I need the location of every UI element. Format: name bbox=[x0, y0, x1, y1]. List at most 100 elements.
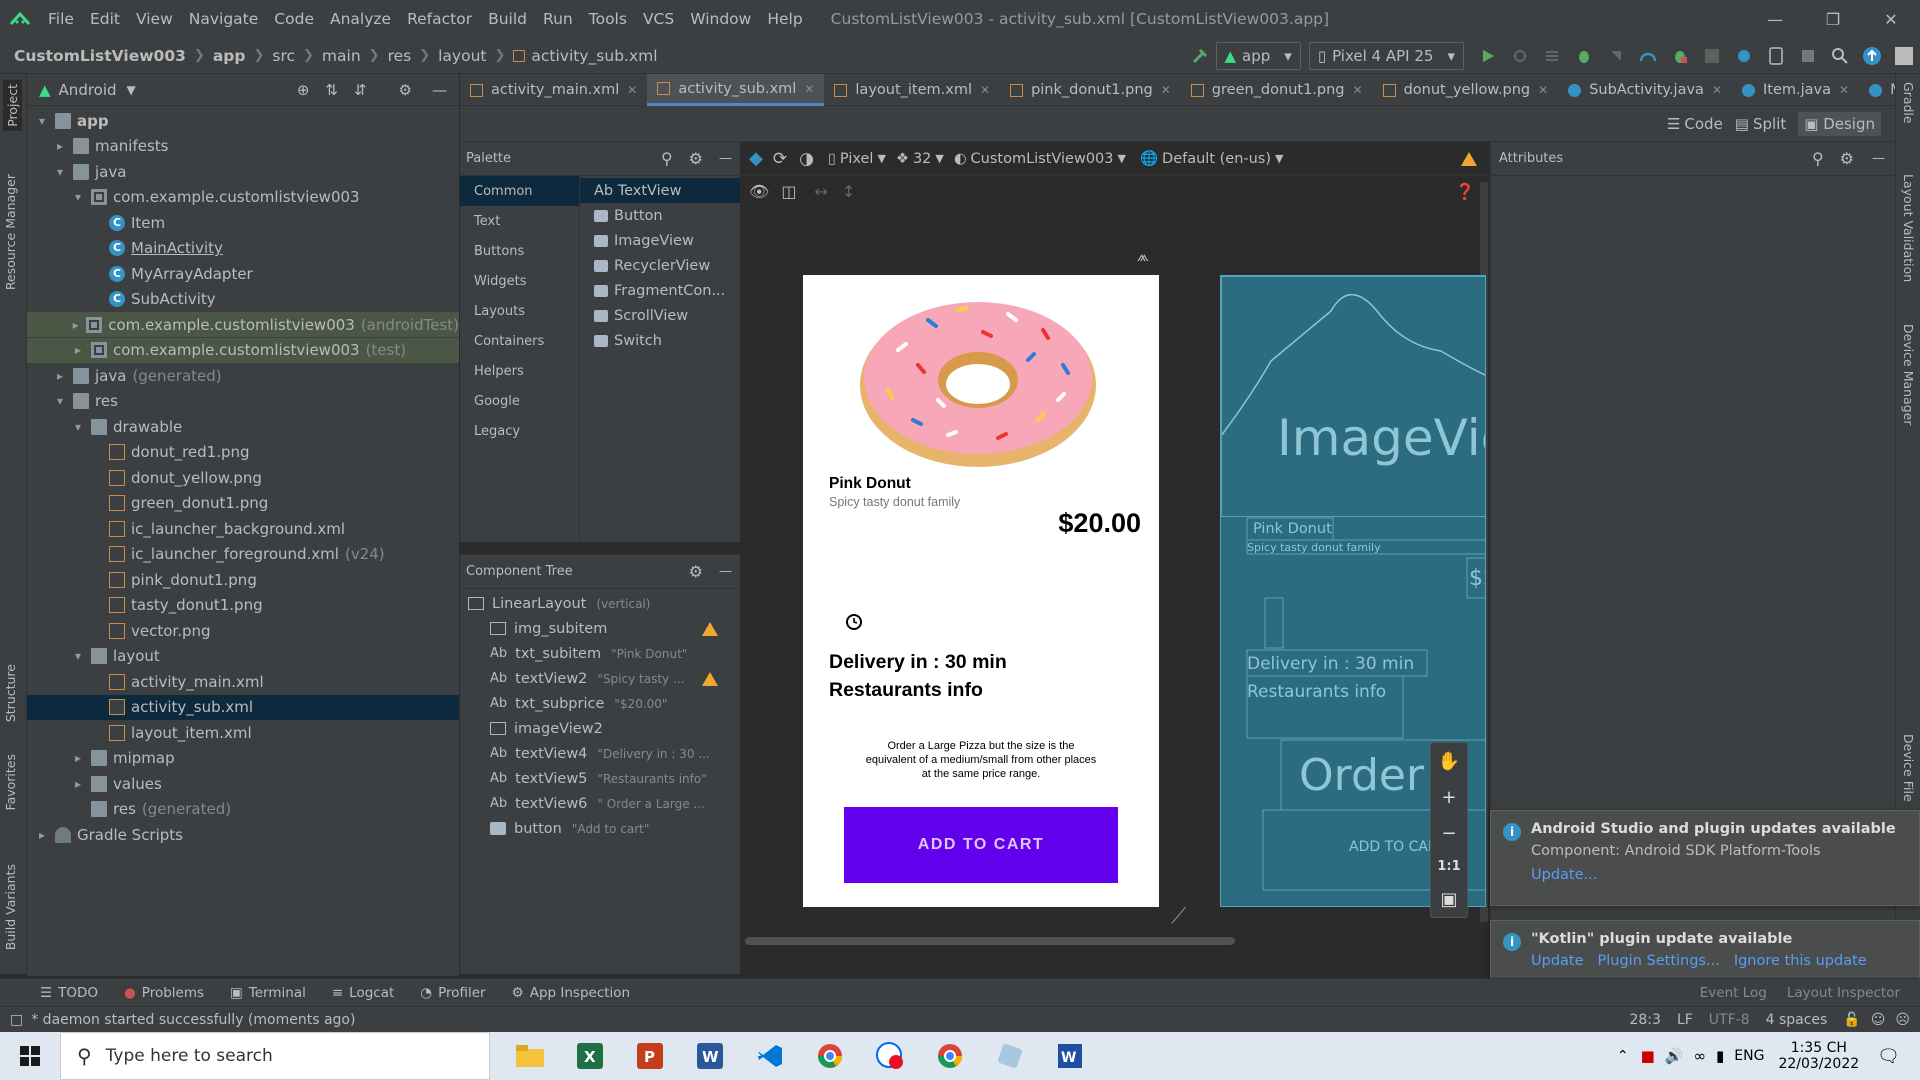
resource-manager-tool-tab[interactable]: Resource Manager bbox=[3, 174, 18, 290]
bottom-tab-terminal[interactable]: ▣ Terminal bbox=[230, 985, 306, 1001]
account-icon[interactable] bbox=[1891, 43, 1917, 69]
tree-item[interactable]: ▾ java bbox=[27, 159, 459, 184]
theme-selector[interactable]: CustomListView003 bbox=[971, 151, 1114, 167]
editor-tab[interactable]: SubActivity.java ✕ bbox=[1558, 74, 1732, 106]
device-dropdown[interactable]: ▯ Pixel 4 API 25 ▾ bbox=[1308, 41, 1464, 70]
breadcrumb-item[interactable]: res bbox=[388, 47, 412, 65]
tree-item[interactable]: donut_red1.png bbox=[27, 440, 459, 465]
palette-category-text[interactable]: Text bbox=[460, 206, 579, 236]
zoom-actual-button[interactable]: 1:1 bbox=[1437, 859, 1460, 874]
chevron-down-icon[interactable]: ▾ bbox=[71, 649, 85, 663]
bottom-tab-app-inspection[interactable]: ⚙ App Inspection bbox=[512, 985, 631, 1001]
volume-icon[interactable]: 🔊 bbox=[1665, 1047, 1684, 1065]
component-tree-row[interactable]: img_subitem bbox=[460, 616, 740, 641]
tree-item[interactable]: ▾ layout bbox=[27, 644, 459, 669]
editor-tab[interactable]: green_donut1.png ✕ bbox=[1181, 74, 1373, 106]
gear-icon[interactable]: ⚙ bbox=[689, 149, 703, 168]
sdk-manager-icon[interactable] bbox=[1795, 43, 1821, 69]
component-tree-row[interactable]: button "Add to cart" bbox=[460, 816, 740, 841]
close-icon[interactable]: ✕ bbox=[1353, 83, 1363, 97]
notification-center-icon[interactable]: 🗨 bbox=[1877, 1046, 1900, 1067]
tree-item[interactable]: activity_sub.xml bbox=[27, 694, 459, 720]
hide-panel-icon[interactable]: — bbox=[432, 81, 447, 99]
bottom-tab-layout-inspector[interactable]: Layout Inspector bbox=[1787, 985, 1900, 1001]
tree-item[interactable]: pink_donut1.png bbox=[27, 567, 459, 592]
update-link[interactable]: Update bbox=[1531, 953, 1584, 969]
palette-category-widgets[interactable]: Widgets bbox=[460, 266, 579, 296]
taskbar-search-box[interactable]: ⚲ Type here to search bbox=[60, 1032, 490, 1080]
plugin-settings-link[interactable]: Plugin Settings... bbox=[1598, 953, 1720, 969]
menu-vcs[interactable]: VCS bbox=[635, 10, 682, 28]
windows-start-icon[interactable] bbox=[0, 1032, 60, 1080]
orientation-icon[interactable]: ⟳ bbox=[773, 149, 787, 169]
help-icon[interactable]: ❓ bbox=[1455, 182, 1475, 201]
chevron-right-icon[interactable]: ▸ bbox=[71, 343, 85, 357]
palette-category-buttons[interactable]: Buttons bbox=[460, 236, 579, 266]
minimize-button[interactable]: — bbox=[1746, 10, 1804, 29]
component-tree-row[interactable]: Ab txt_subprice "$20.00" bbox=[460, 691, 740, 716]
zoom-fit-icon[interactable]: ▣ bbox=[1440, 889, 1457, 910]
chevron-right-icon[interactable]: ▸ bbox=[53, 139, 67, 153]
build-hammer-icon[interactable] bbox=[1187, 43, 1213, 69]
tree-item[interactable]: C SubActivity bbox=[27, 287, 459, 312]
bottom-tab-logcat[interactable]: ≡ Logcat bbox=[332, 985, 394, 1001]
close-icon[interactable]: ✕ bbox=[1538, 83, 1548, 97]
zalo-icon[interactable] bbox=[860, 1032, 920, 1080]
breadcrumb-item[interactable]: main bbox=[322, 47, 361, 65]
chevron-right-icon[interactable]: ▸ bbox=[71, 777, 85, 791]
breadcrumb-item[interactable]: layout bbox=[438, 47, 486, 65]
coverage-icon[interactable] bbox=[1603, 43, 1629, 69]
run-icon[interactable] bbox=[1475, 43, 1501, 69]
profile-icon[interactable] bbox=[1635, 43, 1661, 69]
close-icon[interactable]: ✕ bbox=[1161, 83, 1171, 97]
tree-item[interactable]: ▸ java (generated) bbox=[27, 363, 459, 388]
wifi-icon[interactable]: ∞ bbox=[1694, 1047, 1707, 1065]
bottom-tab-todo[interactable]: ☰ TODO bbox=[40, 985, 98, 1001]
code-mode-button[interactable]: Code bbox=[1684, 115, 1722, 133]
chevron-right-icon[interactable]: ▸ bbox=[71, 318, 80, 332]
gear-icon[interactable]: ⚙ bbox=[1840, 149, 1854, 168]
chevron-down-icon[interactable]: ▾ bbox=[71, 190, 85, 204]
close-icon[interactable]: ✕ bbox=[627, 83, 637, 97]
device-selector[interactable]: Pixel bbox=[840, 151, 874, 167]
palette-category-common[interactable]: Common bbox=[460, 176, 579, 206]
bottom-tab-event-log[interactable]: Event Log bbox=[1700, 985, 1767, 1001]
close-window-button[interactable]: ✕ bbox=[1862, 10, 1920, 29]
locale-selector[interactable]: Default (en-us) bbox=[1162, 151, 1271, 167]
tree-item[interactable]: ▾ res bbox=[27, 389, 459, 414]
device-file-tool-tab[interactable]: Device File bbox=[1901, 734, 1916, 802]
palette-category-google[interactable]: Google bbox=[460, 386, 579, 416]
split-mode-button[interactable]: Split bbox=[1753, 115, 1786, 133]
vscode-icon[interactable] bbox=[740, 1032, 800, 1080]
tree-item[interactable]: ▾ drawable bbox=[27, 414, 459, 439]
gradle-tool-tab[interactable]: Gradle bbox=[1901, 82, 1916, 124]
tree-item[interactable]: ic_launcher_foreground.xml (v24) bbox=[27, 542, 459, 567]
zoom-out-icon[interactable]: − bbox=[1441, 823, 1456, 844]
zoom-in-icon[interactable]: + bbox=[1441, 787, 1456, 808]
night-mode-icon[interactable]: ◑ bbox=[799, 149, 814, 169]
menu-edit[interactable]: Edit bbox=[82, 10, 128, 28]
component-tree-row[interactable]: Ab textView6 " Order a Large ... bbox=[460, 791, 740, 816]
editor-tab[interactable]: layout_item.xml ✕ bbox=[824, 74, 1000, 106]
locate-icon[interactable]: ⊕ bbox=[297, 81, 310, 99]
api-selector[interactable]: 32 bbox=[913, 151, 931, 167]
menu-build[interactable]: Build bbox=[480, 10, 535, 28]
apply-changes-icon[interactable] bbox=[1539, 43, 1565, 69]
menu-code[interactable]: Code bbox=[266, 10, 322, 28]
menu-view[interactable]: View bbox=[128, 10, 181, 28]
favorites-tool-tab[interactable]: Favorites bbox=[3, 754, 18, 810]
breadcrumb-item[interactable]: CustomListView003 bbox=[14, 47, 186, 65]
palette-item[interactable]: FragmentCon... bbox=[580, 278, 740, 303]
update-icon[interactable] bbox=[1859, 43, 1885, 69]
collapse-all-icon[interactable]: ⇵ bbox=[354, 81, 367, 99]
palette-item[interactable]: Ab TextView bbox=[580, 178, 740, 203]
battery-icon[interactable]: ▮ bbox=[1716, 1047, 1724, 1065]
lock-icon[interactable]: 🔓 bbox=[1843, 1012, 1860, 1028]
tree-item[interactable]: ▸ mipmap bbox=[27, 746, 459, 771]
palette-item[interactable]: Switch bbox=[580, 328, 740, 353]
chevron-right-icon[interactable]: ▸ bbox=[53, 369, 67, 383]
gear-icon[interactable]: ⚙ bbox=[689, 562, 703, 581]
debug-icon[interactable] bbox=[1571, 43, 1597, 69]
component-tree-row[interactable]: Ab txt_subitem "Pink Donut" bbox=[460, 641, 740, 666]
hide-panel-icon[interactable]: — bbox=[719, 151, 732, 166]
